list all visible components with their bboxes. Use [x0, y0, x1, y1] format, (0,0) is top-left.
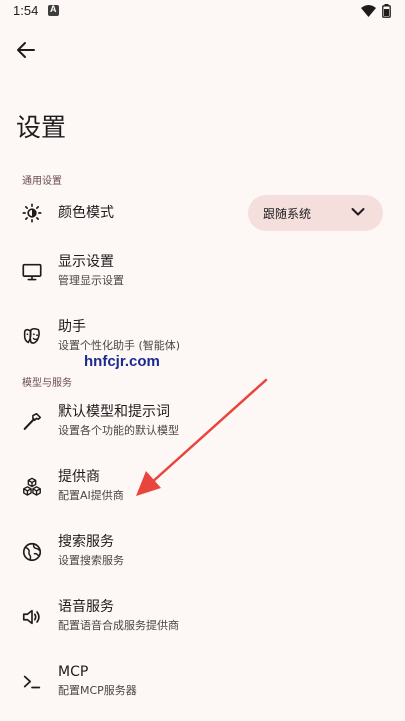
globe-icon [20, 540, 44, 564]
voice-service-row[interactable]: 语音服务 配置语音合成服务提供商 [0, 593, 405, 641]
hammer-icon [20, 410, 44, 434]
page-title: 设置 [16, 113, 67, 142]
wifi-icon [361, 5, 376, 17]
default-model-row[interactable]: 默认模型和提示词 设置各个功能的默认模型 [0, 398, 405, 446]
terminal-icon [20, 670, 44, 694]
assistant-row[interactable]: 助手 设置个性化助手 (智能体) [0, 313, 405, 361]
provider-row[interactable]: 提供商 配置AI提供商 [0, 463, 405, 511]
color-mode-dropdown[interactable]: 跟随系统 [248, 195, 383, 231]
status-bar: 1:54 [0, 0, 405, 24]
status-icons [361, 4, 391, 18]
notification-a-icon [48, 4, 59, 16]
mask-icon [20, 325, 44, 349]
mcp-title: MCP [58, 664, 89, 680]
brightness-icon [20, 201, 44, 225]
default-model-subtitle: 设置各个功能的默认模型 [58, 424, 179, 437]
provider-subtitle: 配置AI提供商 [58, 489, 124, 502]
mcp-row[interactable]: MCP 配置MCP服务器 [0, 658, 405, 706]
assistant-title: 助手 [58, 319, 86, 335]
search-service-subtitle: 设置搜索服务 [58, 554, 124, 567]
section-header-models: 模型与服务 [22, 378, 72, 389]
chevron-down-icon [351, 208, 365, 216]
mcp-subtitle: 配置MCP服务器 [58, 684, 137, 697]
provider-title: 提供商 [58, 469, 100, 485]
display-settings-title: 显示设置 [58, 254, 114, 270]
default-model-title: 默认模型和提示词 [58, 404, 170, 420]
color-mode-title: 颜色模式 [58, 205, 114, 221]
assistant-subtitle: 设置个性化助手 (智能体) [58, 339, 181, 352]
section-header-general: 通用设置 [22, 176, 62, 187]
cubes-icon [20, 475, 44, 499]
status-time: 1:54 [13, 3, 39, 18]
settings-screen: 1:54 设置 通用设置 [0, 0, 405, 721]
display-settings-subtitle: 管理显示设置 [58, 274, 124, 287]
dropdown-value: 跟随系统 [263, 207, 312, 221]
back-arrow-icon [17, 42, 35, 58]
back-button[interactable] [12, 36, 40, 64]
voice-service-subtitle: 配置语音合成服务提供商 [58, 619, 179, 632]
search-service-row[interactable]: 搜索服务 设置搜索服务 [0, 528, 405, 576]
speaker-icon [20, 605, 44, 629]
search-service-title: 搜索服务 [58, 534, 114, 550]
monitor-icon [20, 260, 44, 284]
voice-service-title: 语音服务 [58, 599, 114, 615]
battery-icon [382, 4, 391, 18]
watermark-text: hnfcjr.com [84, 353, 160, 370]
display-settings-row[interactable]: 显示设置 管理显示设置 [0, 248, 405, 296]
